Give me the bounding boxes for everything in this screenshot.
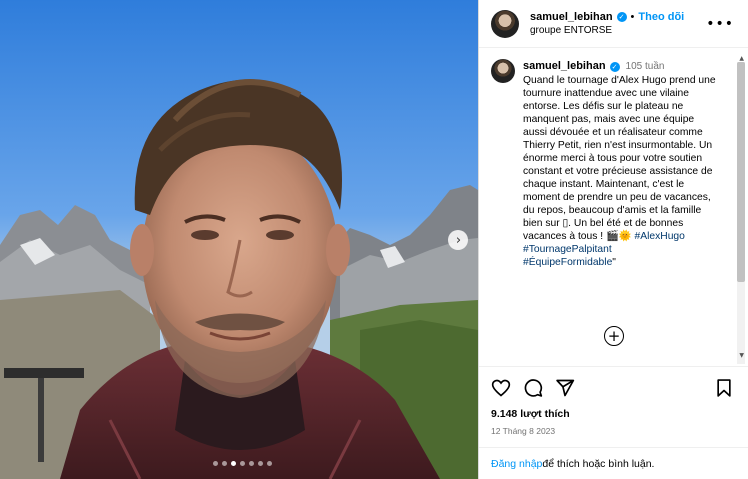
likes-count[interactable]: 9.148 lượt thích: [491, 408, 736, 420]
next-photo-button[interactable]: ›: [448, 230, 468, 250]
carousel-dot: [222, 461, 227, 466]
scroll-up-arrow-icon[interactable]: ▲: [739, 55, 744, 62]
post-side-panel: samuel_lebihan ✓ • Theo dõi groupe ENTOR…: [478, 0, 748, 479]
caption-body: Quand le tournage d'Alex Hugo prend une …: [523, 75, 716, 242]
plus-circle-icon: +: [607, 326, 621, 345]
action-icons: [491, 370, 736, 406]
carousel-dot: [249, 461, 254, 466]
login-prompt-text: để thích hoặc bình luận.: [542, 457, 655, 470]
heart-icon[interactable]: [491, 378, 511, 398]
hashtag-link[interactable]: #TournagePalpitant: [523, 243, 721, 256]
carousel-dot: [258, 461, 263, 466]
verified-badge-icon: ✓: [616, 12, 627, 22]
carousel-dot: [213, 461, 218, 466]
selfie-image: [0, 0, 478, 479]
caption-text: Quand le tournage d'Alex Hugo prend une …: [523, 74, 721, 243]
caption-head: samuel_lebihan ✓ 105 tuần: [523, 60, 721, 73]
more-options-icon[interactable]: •••: [706, 16, 734, 32]
hashtag-link[interactable]: #AlexHugo: [635, 231, 685, 242]
post-date[interactable]: 12 Tháng 8 2023: [491, 426, 736, 436]
header-text: samuel_lebihan ✓ • Theo dõi groupe ENTOR…: [530, 11, 706, 36]
post-time: 105 tuần: [625, 61, 665, 72]
login-prompt: Đăng nhập để thích hoặc bình luận.: [479, 447, 748, 479]
comment-icon[interactable]: [523, 378, 543, 398]
follow-button[interactable]: Theo dõi: [638, 11, 684, 23]
header-row: samuel_lebihan ✓ • Theo dõi: [530, 11, 706, 23]
header-separator: •: [630, 11, 635, 23]
carousel-dot: [231, 461, 236, 466]
caption-block: samuel_lebihan ✓ 105 tuần Quand le tourn…: [523, 60, 721, 269]
scrollbar-thumb[interactable]: [737, 62, 745, 282]
load-more-comments-button[interactable]: +: [604, 326, 624, 346]
post-photo[interactable]: ›: [0, 0, 478, 479]
verified-badge-icon: ✓: [609, 61, 620, 72]
carousel-dot: [240, 461, 245, 466]
username-link[interactable]: samuel_lebihan: [530, 11, 613, 23]
bookmark-icon[interactable]: [714, 378, 734, 398]
post-dialog: › samuel_lebihan ✓ • Theo dõi groupe ENT…: [0, 0, 748, 479]
comments-area[interactable]: samuel_lebihan ✓ 105 tuần Quand le tourn…: [479, 48, 748, 366]
login-link[interactable]: Đăng nhập: [491, 458, 542, 470]
avatar[interactable]: [491, 9, 519, 38]
post-header: samuel_lebihan ✓ • Theo dõi groupe ENTOR…: [479, 0, 748, 48]
caption-avatar[interactable]: [491, 59, 515, 83]
share-icon[interactable]: [555, 378, 575, 398]
carousel-dots: [213, 461, 272, 466]
hashtag-text: #ÉquipeFormidable: [523, 257, 613, 268]
location-link[interactable]: groupe ENTORSE: [530, 25, 706, 36]
carousel-dot: [267, 461, 272, 466]
chevron-right-icon: ›: [455, 232, 462, 248]
hashtag-link[interactable]: #ÉquipeFormidable": [523, 256, 721, 269]
caption-tail: ": [612, 257, 616, 268]
scroll-down-arrow-icon[interactable]: ▼: [739, 352, 744, 359]
caption-row: samuel_lebihan ✓ 105 tuần Quand le tourn…: [491, 59, 728, 269]
caption-username-link[interactable]: samuel_lebihan: [523, 60, 606, 73]
